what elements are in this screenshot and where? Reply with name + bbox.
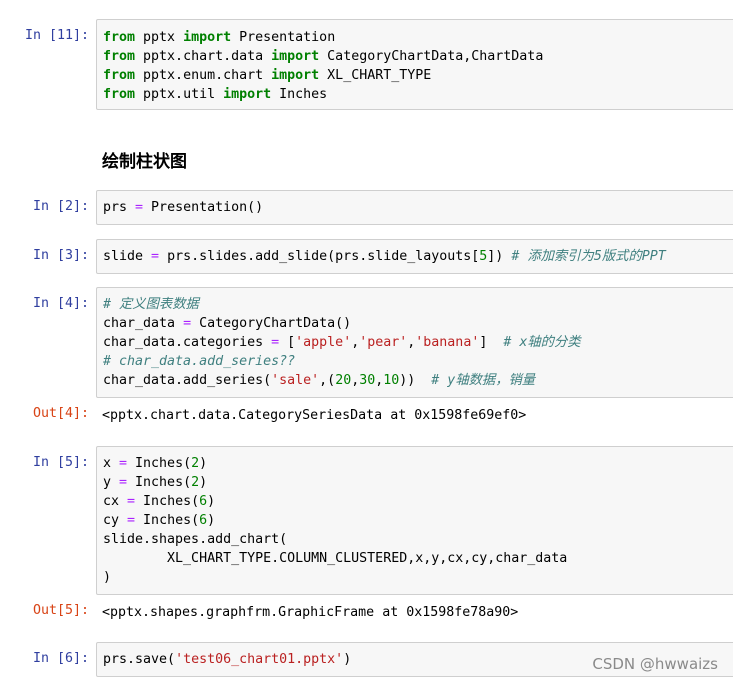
- code-text: pptx.util: [135, 87, 224, 102]
- code-comment: # x轴的分类: [503, 335, 581, 350]
- operator: =: [127, 494, 136, 509]
- code-text: Inches(: [135, 494, 200, 509]
- operator: =: [119, 456, 128, 471]
- code-text: prs.slides.add_slide(prs.slide_layouts[: [159, 249, 480, 264]
- kw-from: from: [103, 68, 136, 83]
- operator: =: [127, 513, 136, 528]
- code-text: ): [103, 570, 112, 585]
- code-text: prs.save(: [103, 652, 176, 667]
- string-literal: 'test06_chart01.pptx': [175, 652, 344, 667]
- out-prompt-4: Out[4]:: [32, 406, 89, 421]
- operator: =: [271, 335, 280, 350]
- code-comment: # 定义图表数据: [103, 297, 199, 312]
- code-editor[interactable]: slide = prs.slides.add_slide(prs.slide_l…: [97, 240, 733, 266]
- number-literal: 20: [335, 373, 352, 388]
- code-text: Presentation: [231, 30, 336, 45]
- operator: =: [183, 316, 192, 331]
- code-text: cy: [103, 513, 128, 528]
- code-cell-presentation[interactable]: prs = Presentation(): [96, 190, 733, 225]
- code-text: char_data: [103, 316, 184, 331]
- code-cell-add-chart[interactable]: x = Inches(2) y = Inches(2) cx = Inches(…: [96, 446, 733, 595]
- code-text: XL_CHART_TYPE: [319, 68, 432, 83]
- in-prompt-5: In [5]:: [32, 455, 89, 470]
- code-editor[interactable]: prs = Presentation(): [97, 191, 733, 217]
- code-comment: # 添加索引为5版式的PPT: [511, 249, 666, 264]
- code-cell-add-slide[interactable]: slide = prs.slides.add_slide(prs.slide_l…: [96, 239, 733, 274]
- operator: =: [119, 475, 128, 490]
- out-prompt-5: Out[5]:: [32, 603, 89, 618]
- string-literal: 'sale': [271, 373, 320, 388]
- code-text: Inches(: [127, 456, 192, 471]
- number-literal: 2: [191, 456, 200, 471]
- code-editor[interactable]: x = Inches(2) y = Inches(2) cx = Inches(…: [97, 447, 733, 587]
- code-text: Inches(: [135, 513, 200, 528]
- cell-output-4: <pptx.chart.data.CategorySeriesData at 0…: [102, 408, 527, 423]
- code-text: ]: [479, 335, 504, 350]
- code-text: CategoryChartData,ChartData: [319, 49, 544, 64]
- string-literal: 'banana': [415, 335, 480, 350]
- kw-import: import: [183, 30, 232, 45]
- code-comment: # y轴数据，销量: [431, 373, 536, 388]
- code-text: ): [207, 494, 216, 509]
- code-editor[interactable]: from pptx import Presentation from pptx.…: [97, 20, 733, 104]
- number-literal: 6: [199, 513, 208, 528]
- code-text: ): [199, 456, 208, 471]
- code-text: Inches(: [127, 475, 192, 490]
- number-literal: 2: [191, 475, 200, 490]
- code-text: y: [103, 475, 120, 490]
- kw-import: import: [223, 87, 272, 102]
- code-text: char_data.categories: [103, 335, 272, 350]
- code-text: Inches: [271, 87, 328, 102]
- code-text: prs: [103, 200, 136, 215]
- code-text: pptx.chart.data: [135, 49, 272, 64]
- in-prompt-2: In [2]:: [32, 199, 89, 214]
- code-text: pptx: [135, 30, 184, 45]
- in-prompt-4: In [4]:: [32, 296, 89, 311]
- code-editor[interactable]: # 定义图表数据 char_data = CategoryChartData()…: [97, 288, 733, 390]
- markdown-heading: 绘制柱状图: [102, 152, 187, 172]
- operator: =: [135, 200, 144, 215]
- code-text: x: [103, 456, 120, 471]
- in-prompt-3: In [3]:: [32, 248, 89, 263]
- number-literal: 30: [359, 373, 376, 388]
- kw-from: from: [103, 49, 136, 64]
- code-text: ): [343, 652, 352, 667]
- number-literal: 10: [383, 373, 400, 388]
- code-text: XL_CHART_TYPE.COLUMN_CLUSTERED,x,y,cx,cy…: [103, 551, 568, 566]
- string-literal: 'pear': [359, 335, 408, 350]
- code-text: cx: [103, 494, 128, 509]
- operator: =: [151, 249, 160, 264]
- code-comment: # char_data.add_series??: [103, 354, 296, 369]
- code-text: CategoryChartData(): [191, 316, 352, 331]
- code-text: ]): [487, 249, 512, 264]
- code-text: ): [207, 513, 216, 528]
- kw-import: import: [271, 68, 320, 83]
- code-text: )): [399, 373, 432, 388]
- in-prompt-11: In [11]:: [24, 28, 89, 43]
- kw-from: from: [103, 30, 136, 45]
- code-cell-chart-data[interactable]: # 定义图表数据 char_data = CategoryChartData()…: [96, 287, 733, 398]
- code-text: ,(: [319, 373, 336, 388]
- code-text: char_data.add_series(: [103, 373, 272, 388]
- in-prompt-6: In [6]:: [32, 651, 89, 666]
- code-text: [: [279, 335, 296, 350]
- code-cell-imports[interactable]: from pptx import Presentation from pptx.…: [96, 19, 733, 110]
- code-text: ): [199, 475, 208, 490]
- code-text: pptx.enum.chart: [135, 68, 272, 83]
- code-text: slide.shapes.add_chart(: [103, 532, 288, 547]
- code-text: slide: [103, 249, 152, 264]
- kw-import: import: [271, 49, 320, 64]
- string-literal: 'apple': [295, 335, 352, 350]
- watermark: CSDN @hwwaizs: [592, 655, 718, 673]
- number-literal: 6: [199, 494, 208, 509]
- code-text: Presentation(): [143, 200, 264, 215]
- kw-from: from: [103, 87, 136, 102]
- cell-output-5: <pptx.shapes.graphfrm.GraphicFrame at 0x…: [102, 605, 519, 620]
